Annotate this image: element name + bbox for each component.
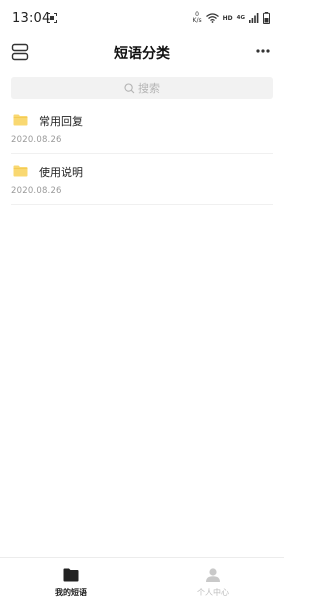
hd-label: HD [222,14,233,22]
tab-label: 个人中心 [197,588,229,597]
tab-label: 我的短语 [55,588,87,597]
screenshot-icon [47,13,57,23]
signal-icon [249,13,259,23]
more-icon[interactable] [256,44,270,58]
list-item[interactable]: 常用回复 2020.08.26 [11,103,273,154]
search-icon [124,82,135,93]
page-title: 短语分类 [114,46,170,62]
list-item[interactable]: 使用说明 2020.08.26 [11,154,273,205]
search-input[interactable]: 搜索 [11,77,273,99]
category-name: 使用说明 [39,166,83,179]
tab-my-phrases[interactable]: 我的短语 [0,558,142,600]
search-placeholder: 搜索 [138,82,160,95]
network-speed: 0 K/s [193,12,202,24]
person-icon [206,568,220,582]
status-bar: 13:04 0 K/s HD 4G [0,0,284,36]
category-list: 常用回复 2020.08.26 使用说明 2020.08.26 [0,103,284,205]
status-time: 13:04 [12,11,51,26]
category-date: 2020.08.26 [11,186,62,196]
category-date: 2020.08.26 [11,135,62,145]
network-type: 4G [236,15,245,21]
tab-personal-center[interactable]: 个人中心 [142,558,284,600]
folder-icon [13,165,28,177]
folder-icon [13,114,28,126]
category-name: 常用回复 [39,115,83,128]
folder-tab-icon [63,568,79,582]
network-speed-unit: K/s [192,17,202,24]
app-header: 短语分类 [0,38,284,68]
status-indicators: 0 K/s HD 4G [193,11,270,25]
bottom-tab-bar: 我的短语 个人中心 [0,557,284,600]
wifi-icon [205,13,219,23]
battery-icon [263,12,270,24]
